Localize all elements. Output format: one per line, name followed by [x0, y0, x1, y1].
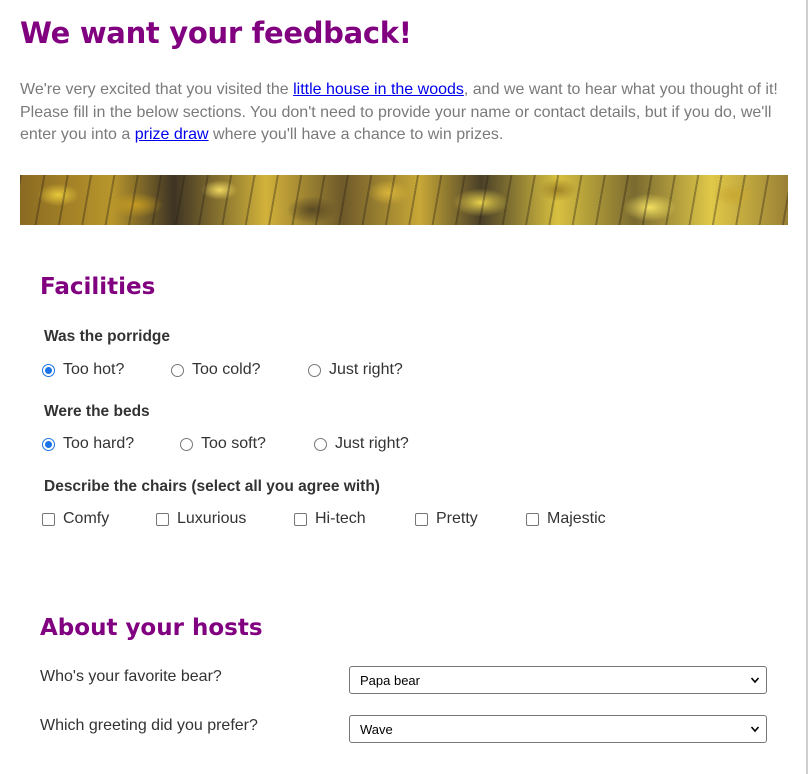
- select-value: Papa bear: [360, 672, 420, 688]
- porridge-question: Was the porridge: [44, 328, 171, 345]
- intro-paragraph: We're very excited that you visited the …: [20, 79, 786, 147]
- radio-button[interactable]: [308, 363, 321, 377]
- beds-question: Were the beds: [44, 403, 150, 420]
- checkbox[interactable]: [294, 512, 307, 526]
- chairs-option-pretty[interactable]: Pretty: [415, 508, 478, 530]
- porridge-option-just-right[interactable]: Just right?: [308, 359, 403, 381]
- beds-option-just-right[interactable]: Just right?: [314, 433, 409, 455]
- checkbox[interactable]: [526, 512, 539, 526]
- radio-button[interactable]: [42, 363, 55, 377]
- chairs-option-majestic[interactable]: Majestic: [526, 508, 606, 530]
- radio-button[interactable]: [42, 437, 55, 451]
- option-label: Too cold?: [192, 361, 261, 378]
- intro-text: where you'll have a chance to win prizes…: [208, 126, 504, 143]
- option-label: Comfy: [63, 510, 110, 527]
- option-label: Just right?: [335, 435, 409, 452]
- radio-button[interactable]: [180, 437, 193, 451]
- select-value: Wave: [360, 721, 393, 737]
- porridge-option-too-hot[interactable]: Too hot?: [42, 359, 124, 381]
- radio-button[interactable]: [171, 363, 184, 377]
- favorite-bear-select[interactable]: Papa bear: [349, 666, 767, 694]
- chairs-option-comfy[interactable]: Comfy: [42, 508, 109, 530]
- page-title: We want your feedback!: [20, 16, 412, 50]
- little-house-link[interactable]: little house in the woods: [293, 81, 464, 98]
- checkbox[interactable]: [156, 512, 169, 526]
- hosts-heading: About your hosts: [40, 615, 263, 641]
- checkbox[interactable]: [415, 512, 428, 526]
- greeting-label: Which greeting did you prefer?: [40, 717, 258, 734]
- option-label: Too soft?: [201, 435, 266, 452]
- intro-text: We're very excited that you visited the: [20, 81, 294, 98]
- chevron-down-icon: [750, 726, 760, 733]
- option-label: Hi-tech: [315, 510, 366, 527]
- option-label: Too hard?: [63, 435, 135, 452]
- chairs-option-luxurious[interactable]: Luxurious: [156, 508, 246, 530]
- porridge-option-too-cold[interactable]: Too cold?: [171, 359, 261, 381]
- favorite-bear-label: Who's your favorite bear?: [40, 668, 222, 685]
- option-label: Pretty: [436, 510, 478, 527]
- greeting-select[interactable]: Wave: [349, 715, 767, 743]
- option-label: Luxurious: [177, 510, 247, 527]
- forest-banner-image: [20, 175, 788, 225]
- checkbox[interactable]: [42, 512, 55, 526]
- prize-draw-link[interactable]: prize draw: [135, 126, 209, 143]
- beds-option-too-soft[interactable]: Too soft?: [180, 433, 266, 455]
- facilities-heading: Facilities: [40, 274, 156, 300]
- option-label: Just right?: [329, 361, 403, 378]
- option-label: Too hot?: [63, 361, 125, 378]
- option-label: Majestic: [547, 510, 606, 527]
- chairs-question: Describe the chairs (select all you agre…: [44, 478, 380, 495]
- radio-button[interactable]: [314, 437, 327, 451]
- chairs-option-hi-tech[interactable]: Hi-tech: [294, 508, 366, 530]
- chevron-down-icon: [750, 677, 760, 684]
- beds-option-too-hard[interactable]: Too hard?: [42, 433, 134, 455]
